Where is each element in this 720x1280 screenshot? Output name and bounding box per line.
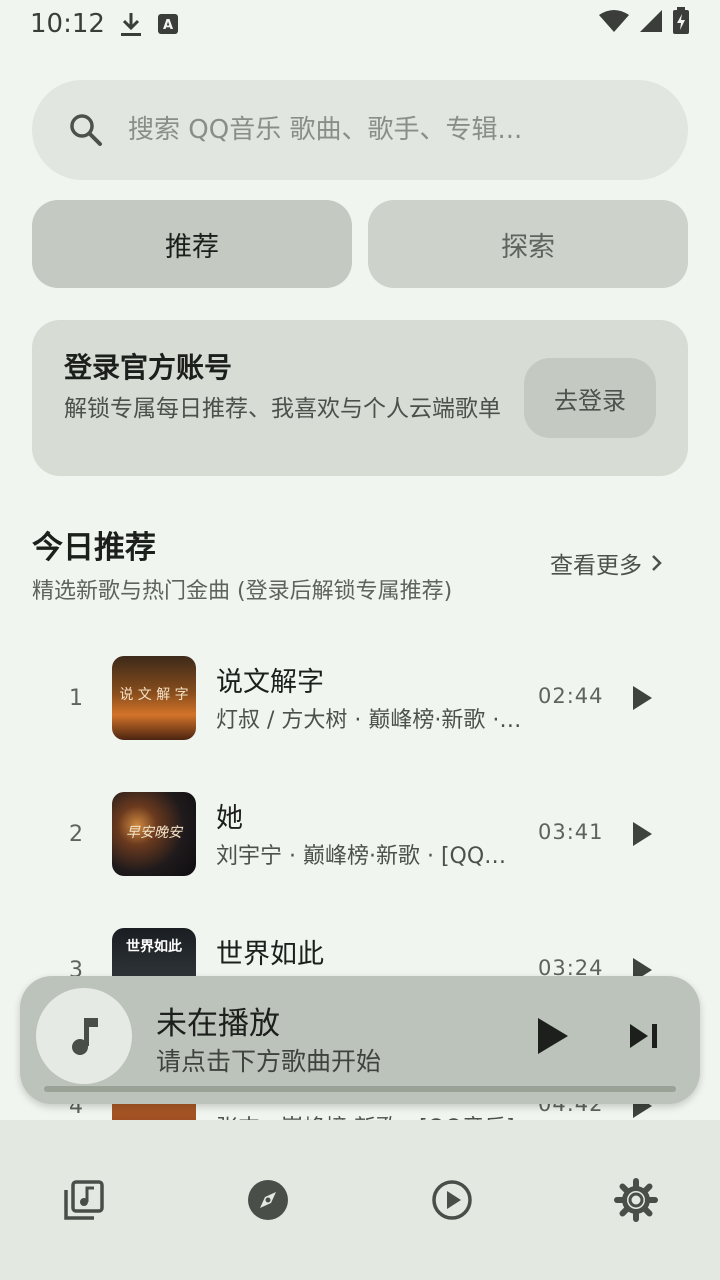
wifi-icon [598, 9, 630, 40]
track-index: 2 [69, 822, 83, 847]
play-icon [633, 686, 652, 710]
cover-text: 早安晚安 [126, 825, 182, 841]
download-icon [119, 11, 143, 37]
track-title: 说文解字 [216, 667, 324, 698]
search-input[interactable] [128, 115, 648, 145]
login-card-description: 解锁专属每日推荐、我喜欢与个人云端歌单 [64, 396, 501, 422]
play-circle-icon [432, 1180, 472, 1220]
track-duration: 03:41 [538, 820, 604, 844]
status-time: 10:12 [30, 9, 105, 39]
svg-text:A: A [163, 18, 173, 33]
track-title: 她 [216, 803, 243, 834]
now-playing-artwork [36, 988, 132, 1084]
nav-settings[interactable] [612, 1176, 660, 1224]
nav-explore[interactable] [244, 1176, 292, 1224]
track-cover: 说 文 解 字 [112, 656, 196, 740]
cellular-signal-icon [638, 8, 664, 41]
playback-progress-bar[interactable] [44, 1086, 676, 1092]
track-cover: 早安晚安 [112, 792, 196, 876]
see-more-link[interactable]: 查看更多 [550, 546, 664, 580]
search-icon [70, 114, 102, 146]
now-playing-title: 未在播放 [156, 1006, 280, 1042]
track-index: 1 [69, 686, 83, 711]
nav-now-playing[interactable] [428, 1176, 476, 1224]
today-recommend-header: 今日推荐 精选新歌与热门金曲 (登录后解锁专属推荐) 查看更多 [32, 522, 688, 605]
library-music-icon [64, 1180, 104, 1220]
music-note-icon [72, 1018, 98, 1055]
mini-player[interactable]: 未在播放 请点击下方歌曲开始 [20, 976, 700, 1104]
explore-icon [248, 1180, 288, 1220]
track-row[interactable]: 2 早安晚安 她 刘宇宁 · 巅峰榜·新歌 · [QQ音乐] 03:41 [0, 792, 720, 892]
tab-explore[interactable]: 探索 [368, 200, 688, 288]
track-title: 世界如此 [216, 939, 324, 970]
play-button[interactable] [530, 1014, 574, 1058]
tab-recommend[interactable]: 推荐 [32, 200, 352, 288]
track-meta: 刘宇宁 · 巅峰榜·新歌 · [QQ音乐] [216, 844, 522, 869]
nav-library[interactable] [60, 1176, 108, 1224]
cover-text: 世界如此 [126, 939, 182, 955]
track-play-button[interactable] [626, 682, 658, 714]
track-meta: 灯叔 / 方大树 · 巅峰榜·新歌 · [QQ音乐] [216, 708, 522, 733]
bottom-navigation [0, 1120, 720, 1280]
settings-gear-icon [614, 1178, 658, 1222]
battery-charging-icon [672, 6, 690, 42]
status-bar: 10:12 A [0, 0, 720, 48]
track-row[interactable]: 1 说 文 解 字 说文解字 灯叔 / 方大树 · 巅峰榜·新歌 · [QQ音乐… [0, 656, 720, 756]
chevron-right-icon [652, 555, 662, 571]
now-playing-subtitle: 请点击下方歌曲开始 [156, 1047, 382, 1076]
see-more-label: 查看更多 [550, 553, 642, 579]
search-bar[interactable] [32, 80, 688, 180]
login-card: 登录官方账号 解锁专属每日推荐、我喜欢与个人云端歌单 去登录 [32, 320, 688, 476]
track-duration: 02:44 [538, 684, 604, 708]
track-play-button[interactable] [626, 818, 658, 850]
skip-next-button[interactable] [626, 1018, 662, 1054]
cover-text: 说 文 解 字 [119, 687, 189, 703]
text-notification-icon: A [157, 13, 179, 35]
play-icon [633, 822, 652, 846]
login-button[interactable]: 去登录 [524, 358, 656, 438]
